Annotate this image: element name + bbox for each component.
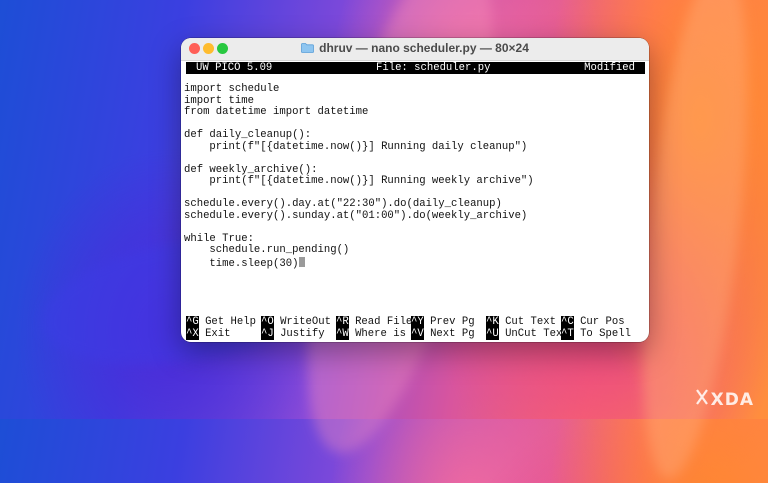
code-line-text: import time — [184, 94, 254, 107]
terminal-window: dhruv — nano scheduler.py — 80×24 UW PIC… — [181, 38, 649, 342]
shortcut-label: Where is — [348, 327, 406, 340]
pico-version: UW PICO 5.09 — [196, 62, 273, 74]
code-line-text: def weekly_archive(): — [184, 163, 318, 176]
code-line: schedule.every().sunday.at("01:00").do(w… — [184, 209, 534, 223]
shortcut-key: ^V — [411, 327, 424, 340]
shortcut-label: Exit — [198, 327, 231, 340]
shortcut-bar: ^G Get Help ^O WriteOut ^R Read File ^Y Pre… — [184, 316, 646, 341]
code-line-text: print(f"[{datetime.now()}] Running daily… — [184, 140, 528, 153]
xda-watermark: XDA — [695, 388, 754, 411]
code-line-text: from datetime import datetime — [184, 106, 369, 118]
code-line-text: while True: — [184, 232, 254, 245]
shortcut-label: Cut Text — [498, 316, 556, 328]
shortcut-key: ^K — [486, 316, 499, 328]
shortcut-label: Prev Pg — [423, 316, 475, 328]
code-line: print(f"[{datetime.now()}] Running weekl… — [184, 175, 534, 188]
file-name-label: File: scheduler.py — [376, 62, 491, 74]
shortcut-item[interactable]: ^T To Spell — [561, 327, 631, 341]
code-line: print(f"[{datetime.now()}] Running daily… — [184, 140, 534, 154]
shortcut-key: ^R — [336, 316, 349, 328]
code-line: from datetime import datetime — [184, 106, 534, 119]
code-line-text: def daily_cleanup(): — [184, 129, 312, 141]
code-editor-area[interactable]: import schedule import time from datetime … — [184, 83, 534, 270]
shortcut-key: ^W — [336, 327, 349, 340]
window-title-container: dhruv — nano scheduler.py — 80×24 — [181, 41, 649, 55]
shortcut-label: Get Help — [198, 316, 256, 328]
window-titlebar[interactable]: dhruv — nano scheduler.py — 80×24 — [181, 38, 649, 61]
shortcut-item[interactable]: ^U UnCut Text — [486, 327, 569, 341]
shortcut-key: ^C — [561, 316, 574, 328]
shortcut-key: ^Y — [411, 316, 424, 328]
code-line-text: schedule.run_pending() — [184, 244, 350, 256]
pico-header-bar: UW PICO 5.09 File: scheduler.py Modified — [186, 62, 645, 74]
shortcut-label: Read File — [348, 316, 413, 328]
shortcut-label: Next Pg — [423, 327, 475, 340]
shortcut-label: Justify — [273, 327, 325, 340]
shortcut-label: UnCut Text — [498, 327, 569, 340]
code-line-text: time.sleep(30) — [184, 257, 299, 270]
shortcut-label: To Spell — [573, 327, 631, 340]
shortcut-label: Cur Pos — [573, 316, 625, 328]
shortcut-item[interactable]: ^W Where is — [336, 327, 406, 341]
shortcut-key: ^U — [486, 327, 499, 340]
text-cursor — [299, 256, 306, 267]
shortcut-item[interactable]: ^J Justify — [261, 327, 325, 341]
shortcut-key: ^T — [561, 327, 574, 340]
code-line-text: schedule.every().sunday.at("01:00").do(w… — [184, 209, 528, 222]
terminal-content[interactable]: UW PICO 5.09 File: scheduler.py Modified… — [184, 62, 646, 341]
shortcut-label: WriteOut — [273, 316, 331, 328]
shortcut-key: ^G — [186, 316, 199, 328]
shortcut-key: ^J — [261, 327, 274, 340]
window-title: dhruv — nano scheduler.py — 80×24 — [319, 41, 529, 55]
modified-status: Modified — [584, 62, 635, 74]
folder-icon — [301, 43, 315, 53]
shortcut-key: ^X — [186, 327, 199, 340]
shortcut-row: ^X Exit ^J Justify ^W Where is ^V Next Pg ^U… — [184, 327, 646, 341]
code-line-text: schedule.every().day.at("22:30").do(dail… — [184, 198, 502, 210]
shortcut-item[interactable]: ^V Next Pg — [411, 327, 475, 341]
code-line-text: import schedule — [184, 83, 280, 95]
shortcut-key: ^O — [261, 316, 274, 328]
code-line: schedule.run_pending() — [184, 244, 534, 257]
code-line-text: print(f"[{datetime.now()}] Running weekl… — [184, 175, 534, 187]
xda-logo-icon — [695, 388, 709, 411]
code-line: time.sleep(30) — [184, 256, 534, 270]
shortcut-item[interactable]: ^X Exit — [186, 327, 231, 341]
watermark-text: XDA — [710, 389, 754, 410]
